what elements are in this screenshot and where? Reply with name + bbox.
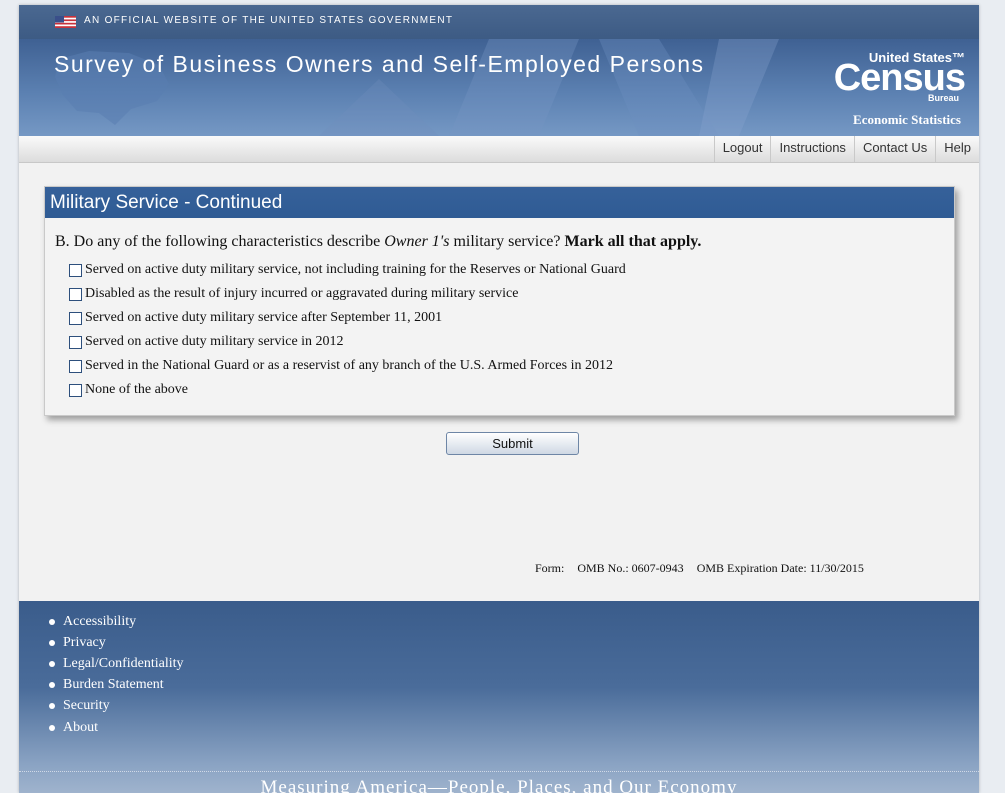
question-prefix: B. Do any of the following characteristi… xyxy=(55,233,385,250)
checkbox[interactable] xyxy=(69,384,82,397)
question-owner: Owner 1's xyxy=(384,233,450,250)
option-active-duty-not-training[interactable]: Served on active duty military service, … xyxy=(69,262,626,286)
checkbox[interactable] xyxy=(69,312,82,325)
question-panel: Military Service - Continued B. Do any o… xyxy=(44,186,955,416)
option-label: Served on active duty military service a… xyxy=(85,310,443,325)
footer-link-label[interactable]: Burden Statement xyxy=(63,677,164,693)
footer-divider xyxy=(19,771,979,772)
footer-link-label[interactable]: Privacy xyxy=(63,635,106,651)
option-after-sept-11[interactable]: Served on active duty military service a… xyxy=(69,310,626,334)
nav-instructions[interactable]: Instructions xyxy=(770,136,853,162)
bullet-icon xyxy=(49,703,55,710)
footer-link-label[interactable]: Legal/Confidentiality xyxy=(63,656,184,672)
question-text: B. Do any of the following characteristi… xyxy=(55,233,701,251)
footer-link-accessibility[interactable]: Accessibility xyxy=(49,611,184,632)
gov-banner: AN OFFICIAL WEBSITE OF THE UNITED STATES… xyxy=(19,5,979,39)
checkbox[interactable] xyxy=(69,288,82,301)
bullet-icon xyxy=(49,639,55,646)
checkbox[interactable] xyxy=(69,264,82,277)
panel-title: Military Service - Continued xyxy=(45,187,954,218)
footer-link-label[interactable]: Security xyxy=(63,698,110,714)
option-label: None of the above xyxy=(85,382,189,397)
page-frame: AN OFFICIAL WEBSITE OF THE UNITED STATES… xyxy=(19,5,979,793)
option-disabled[interactable]: Disabled as the result of injury incurre… xyxy=(69,286,626,310)
option-active-duty-2012[interactable]: Served on active duty military service i… xyxy=(69,334,626,358)
option-national-guard-2012[interactable]: Served in the National Guard or as a res… xyxy=(69,358,626,382)
footer: Accessibility Privacy Legal/Confidential… xyxy=(19,601,979,793)
bullet-icon xyxy=(49,660,55,667)
option-label: Disabled as the result of injury incurre… xyxy=(85,286,519,301)
checkbox[interactable] xyxy=(69,336,82,349)
footer-link-burden-statement[interactable]: Burden Statement xyxy=(49,675,184,696)
submit-button[interactable]: Submit xyxy=(446,432,579,455)
bullet-icon xyxy=(49,724,55,731)
nav-contact-us[interactable]: Contact Us xyxy=(853,136,935,162)
nav-help[interactable]: Help xyxy=(935,136,979,162)
footer-link-label[interactable]: Accessibility xyxy=(63,614,136,630)
bullet-icon xyxy=(49,618,55,625)
option-label: Served on active duty military service i… xyxy=(85,334,344,349)
option-label: Served in the National Guard or as a res… xyxy=(85,358,613,373)
logo-bureau: Bureau xyxy=(927,93,959,103)
footer-link-legal[interactable]: Legal/Confidentiality xyxy=(49,653,184,674)
footer-link-about[interactable]: About xyxy=(49,717,184,738)
footer-link-privacy[interactable]: Privacy xyxy=(49,632,184,653)
checkbox[interactable] xyxy=(69,360,82,373)
options-list: Served on active duty military service, … xyxy=(69,262,626,406)
option-none-of-the-above[interactable]: None of the above xyxy=(69,382,626,406)
us-flag-icon xyxy=(55,16,76,28)
footer-link-label[interactable]: About xyxy=(63,720,98,736)
question-instruction: Mark all that apply. xyxy=(564,233,702,250)
form-label: Form: xyxy=(535,561,565,575)
bullet-icon xyxy=(49,682,55,689)
nav-logout[interactable]: Logout xyxy=(713,136,771,162)
footer-tagline: Measuring America—People, Places, and Ou… xyxy=(260,777,738,793)
site-banner: Survey of Business Owners and Self-Emplo… xyxy=(19,39,979,136)
gov-banner-text: AN OFFICIAL WEBSITE OF THE UNITED STATES… xyxy=(84,15,454,26)
survey-title: Survey of Business Owners and Self-Emplo… xyxy=(54,51,705,77)
omb-expiration: OMB Expiration Date: 11/30/2015 xyxy=(696,561,864,575)
top-nav-links: Logout Instructions Contact Us Help xyxy=(713,136,979,162)
top-nav-bar: Logout Instructions Contact Us Help xyxy=(19,136,979,163)
question-middle: military service? xyxy=(449,233,565,250)
omb-number: OMB No.: 0607-0943 xyxy=(577,561,684,575)
option-label: Served on active duty military service, … xyxy=(85,262,626,277)
footer-links: Accessibility Privacy Legal/Confidential… xyxy=(49,611,184,738)
census-bureau-logo: United States™ Census Bureau Economic St… xyxy=(815,48,966,128)
footer-link-security[interactable]: Security xyxy=(49,696,184,717)
logo-economic-statistics: Economic Statistics xyxy=(853,112,961,127)
form-info: Form: OMB No.: 0607-0943 OMB Expiration … xyxy=(535,561,874,576)
